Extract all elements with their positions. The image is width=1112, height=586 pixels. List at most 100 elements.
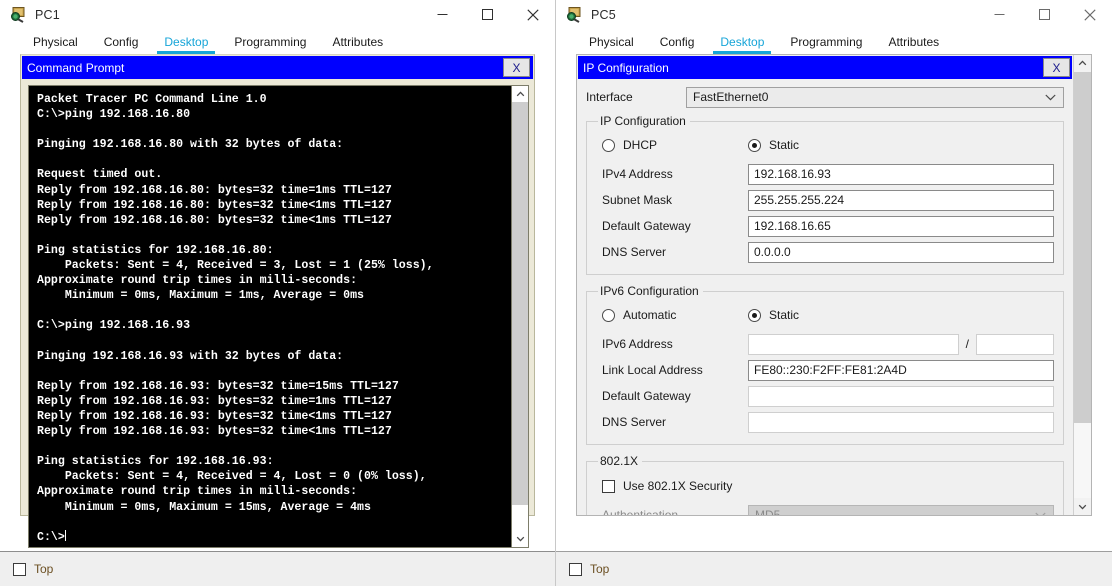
scroll-down-icon[interactable]	[512, 530, 528, 547]
ipv4-default-gateway-input[interactable]: 192.168.16.65	[748, 215, 1054, 237]
use-802-1x-security-label: Use 802.1X Security	[623, 479, 733, 493]
tab-attributes[interactable]: Attributes	[319, 29, 396, 54]
ipv6-automatic-option[interactable]: Automatic	[596, 308, 748, 322]
terminal-scrollbar[interactable]	[512, 85, 529, 548]
footer-pc1: Top	[0, 551, 555, 586]
maximize-icon[interactable]	[1022, 0, 1067, 29]
command-prompt-title: Command Prompt	[27, 60, 125, 75]
radio-unselected-icon[interactable]	[602, 308, 615, 322]
dot1x-group: 802.1X Use 802.1X Security Authenticatio…	[586, 454, 1064, 515]
ipv4-default-gateway-label: Default Gateway	[602, 219, 691, 233]
chevron-down-icon	[1035, 508, 1046, 515]
use-802-1x-security-checkbox[interactable]	[602, 479, 615, 493]
window-title-pc5: PC5	[591, 7, 616, 22]
link-local-address-row: Link Local Address FE80::230:F2FF:FE81:2…	[596, 357, 1054, 383]
top-checkbox-pc5[interactable]	[569, 562, 582, 576]
radio-selected-icon[interactable]	[748, 138, 761, 152]
ip-configuration-scrollbar[interactable]	[1073, 55, 1091, 515]
caption-buttons-pc1	[420, 0, 555, 29]
titlebar-pc1: PC1	[0, 0, 555, 29]
maximize-icon[interactable]	[465, 0, 510, 29]
authentication-select[interactable]: MD5	[748, 504, 1054, 515]
terminal-text: Packet Tracer PC Command Line 1.0 C:\>pi…	[37, 93, 434, 544]
terminal-output-area[interactable]: Packet Tracer PC Command Line 1.0 C:\>pi…	[28, 85, 512, 548]
tabstrip-wrap-pc1: Physical Config Desktop Programming Attr…	[0, 29, 555, 54]
ip-configuration-title: IP Configuration	[583, 60, 669, 75]
ipv6-address-group: /	[748, 333, 1054, 355]
tab-programming[interactable]: Programming	[777, 29, 875, 54]
scroll-down-icon[interactable]	[1074, 498, 1091, 515]
ipv6-address-label: IPv6 Address	[602, 337, 673, 351]
scroll-up-icon[interactable]	[1074, 55, 1091, 72]
tab-attributes[interactable]: Attributes	[875, 29, 952, 54]
ip-configuration-scroll-track[interactable]	[1074, 72, 1091, 498]
ipv6-group-label: IPv6 Configuration	[600, 284, 699, 298]
ip-configuration-titlebar: IP Configuration X	[578, 56, 1072, 79]
link-local-address-input[interactable]: FE80::230:F2FF:FE81:2A4D	[748, 359, 1054, 381]
terminal-scroll-thumb[interactable]	[512, 102, 528, 505]
ip-configuration-content: IP Configuration X Interface FastEtherne…	[577, 55, 1073, 515]
tab-label: Attributes	[332, 34, 384, 49]
top-checkbox-label-pc1: Top	[34, 562, 54, 576]
ipv6-address-input[interactable]	[748, 333, 959, 355]
subnet-mask-label: Subnet Mask	[602, 193, 673, 207]
ipv6-configuration-group: IPv6 Configuration Automatic Static IPv6…	[586, 284, 1064, 445]
tab-label: Desktop	[720, 34, 765, 49]
link-local-address-label: Link Local Address	[602, 363, 703, 377]
tab-label: Config	[659, 34, 695, 49]
ipv6-static-label: Static	[769, 308, 800, 322]
tab-config[interactable]: Config	[647, 29, 708, 54]
ip-configuration-scroll-thumb[interactable]	[1074, 72, 1091, 423]
dot1x-security-row[interactable]: Use 802.1X Security	[596, 474, 1054, 498]
ipv6-prefix-length-input[interactable]	[976, 333, 1054, 355]
tab-desktop[interactable]: Desktop	[151, 29, 221, 54]
close-icon[interactable]	[510, 0, 555, 29]
tab-programming[interactable]: Programming	[221, 29, 319, 54]
ipv6-static-option[interactable]: Static	[748, 308, 799, 322]
minimize-icon[interactable]	[420, 0, 465, 29]
minimize-icon[interactable]	[977, 0, 1022, 29]
ip-configuration-panel: IP Configuration X Interface FastEtherne…	[576, 54, 1092, 516]
dual-window-screen: PC1 Physical Config Desktop Programming …	[0, 0, 1112, 586]
subnet-mask-row: Subnet Mask 255.255.255.224	[596, 187, 1054, 213]
ipv4-static-label: Static	[769, 138, 800, 152]
ipv6-address-row: IPv6 Address /	[596, 331, 1054, 357]
desktop-panel-pc1: Command Prompt X Packet Tracer PC Comman…	[20, 54, 535, 548]
tab-label: Programming	[790, 34, 863, 49]
tab-config[interactable]: Config	[91, 29, 152, 54]
interface-selected-value: FastEthernet0	[693, 90, 769, 104]
ipv4-group-label: IP Configuration	[600, 114, 686, 128]
window-pc5: PC5 Physical Config Desktop Programming …	[556, 0, 1112, 586]
ipv6-default-gateway-label: Default Gateway	[602, 389, 691, 403]
command-prompt-window: Command Prompt X Packet Tracer PC Comman…	[22, 56, 533, 548]
ipv4-configuration-group: IP Configuration DHCP Static IPv4 Addres…	[586, 114, 1064, 275]
window-title-pc1: PC1	[35, 7, 60, 22]
ipv4-dns-server-input[interactable]: 0.0.0.0	[748, 241, 1054, 263]
ipv6-mode-row: Automatic Static	[596, 304, 1054, 326]
ipv4-address-input[interactable]: 192.168.16.93	[748, 163, 1054, 185]
interface-select[interactable]: FastEthernet0	[686, 86, 1064, 108]
ipv4-static-option[interactable]: Static	[748, 138, 799, 152]
tab-physical[interactable]: Physical	[20, 29, 91, 54]
command-prompt-titlebar: Command Prompt X	[22, 56, 533, 79]
ipv4-dhcp-option[interactable]: DHCP	[596, 138, 748, 152]
tab-desktop[interactable]: Desktop	[707, 29, 777, 54]
ipv6-dns-server-input[interactable]	[748, 411, 1054, 433]
tab-physical[interactable]: Physical	[576, 29, 647, 54]
ip-configuration-form: Interface FastEthernet0 IP Configuration	[577, 79, 1073, 515]
tab-label: Desktop	[164, 34, 209, 49]
radio-unselected-icon[interactable]	[602, 138, 615, 152]
terminal-scroll-track[interactable]	[512, 102, 528, 531]
authentication-selected-value: MD5	[755, 508, 781, 515]
ipv6-default-gateway-input[interactable]	[748, 385, 1054, 407]
subnet-mask-input[interactable]: 255.255.255.224	[748, 189, 1054, 211]
command-prompt-close-button[interactable]: X	[503, 58, 530, 77]
close-icon[interactable]	[1067, 0, 1112, 29]
scroll-up-icon[interactable]	[512, 86, 528, 102]
chevron-down-icon	[1045, 90, 1056, 104]
top-checkbox-pc1[interactable]	[13, 562, 26, 576]
ip-configuration-close-button[interactable]: X	[1043, 58, 1070, 77]
tabstrip-pc5: Physical Config Desktop Programming Attr…	[576, 29, 953, 54]
interface-row: Interface FastEthernet0	[586, 85, 1064, 109]
radio-selected-icon[interactable]	[748, 308, 761, 322]
